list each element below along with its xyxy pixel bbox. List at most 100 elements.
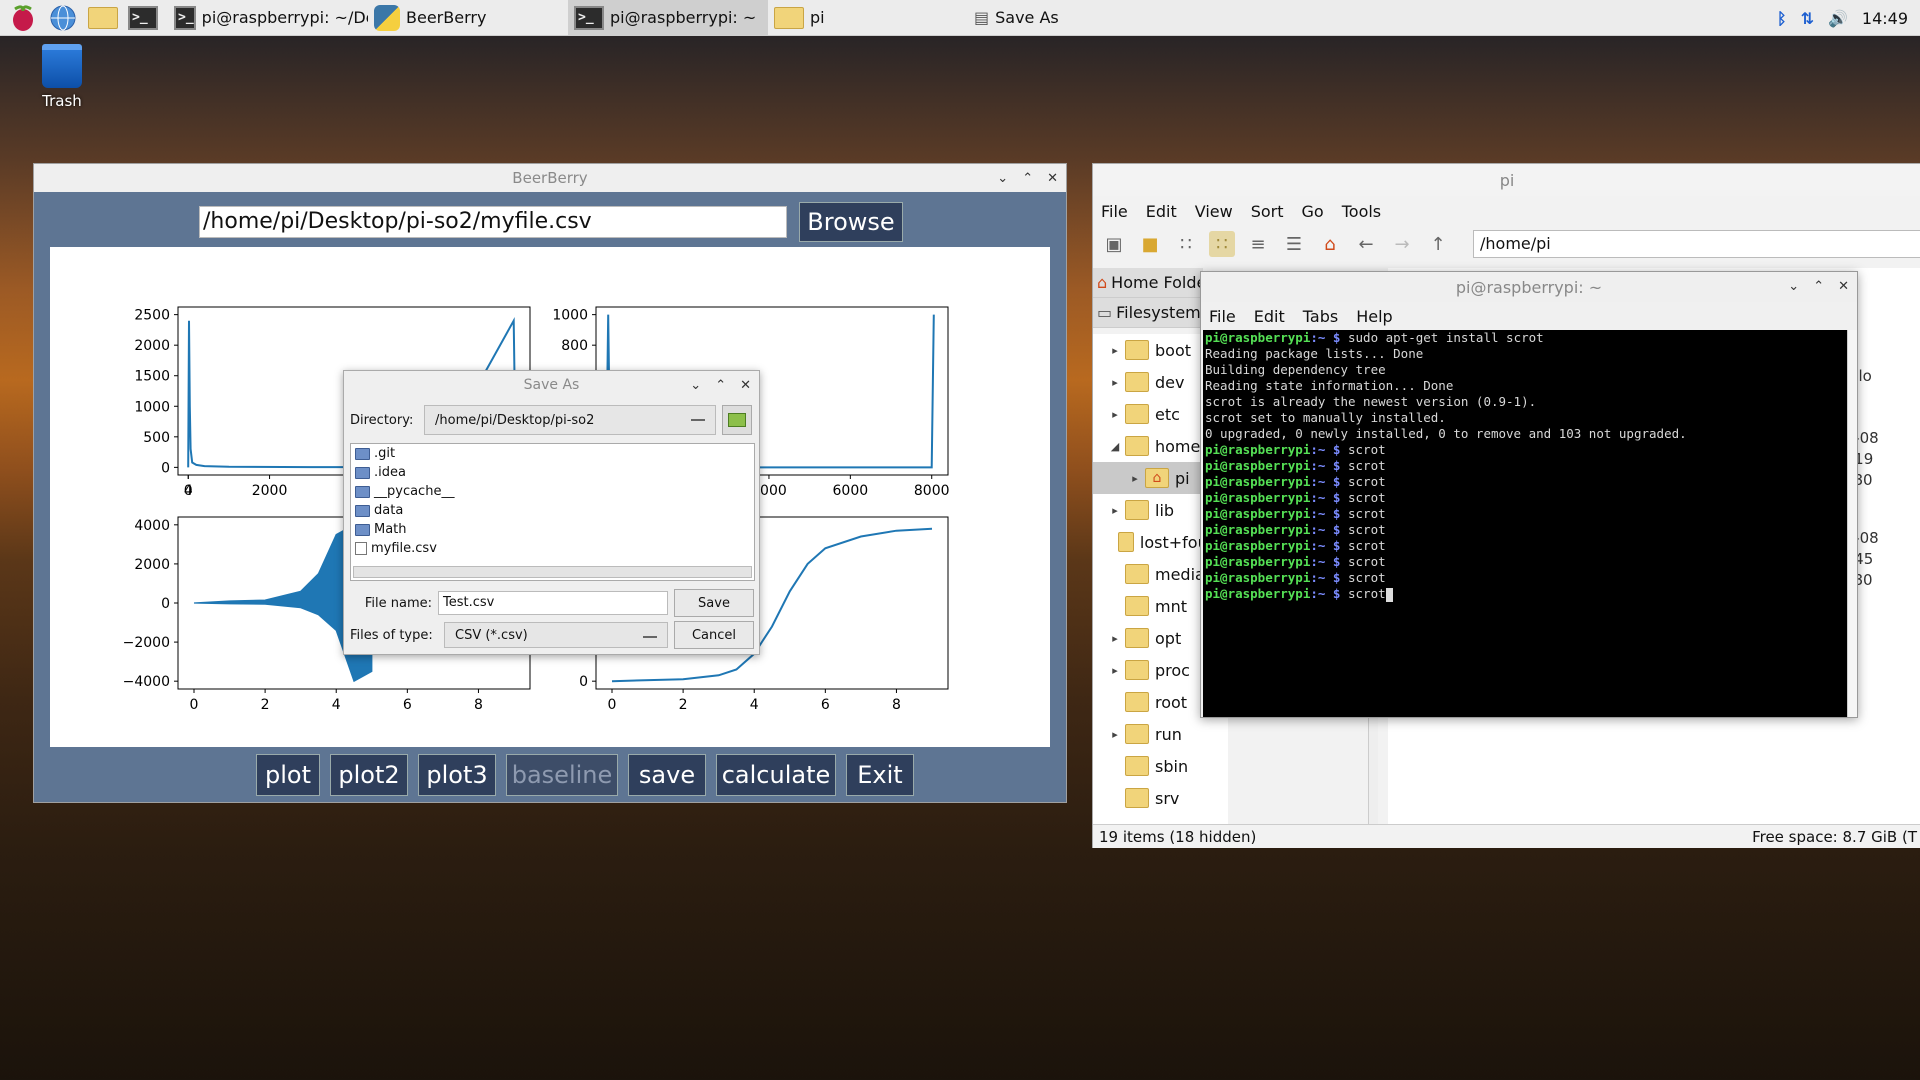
file-list-item[interactable]: myfile.csv [351,539,754,558]
file-list-item[interactable]: .git [351,444,754,463]
calculate-button[interactable]: calculate [716,754,836,796]
plot2-button[interactable]: plot2 [330,754,408,796]
task-0[interactable]: >_ pi@raspberrypi: ~/De... [168,0,368,36]
tree-item-run[interactable]: ▸ run [1093,718,1228,750]
save-button[interactable]: save [628,754,706,796]
expander-icon[interactable]: ▸ [1105,504,1125,517]
expander-icon[interactable]: ▸ [1125,472,1145,485]
plot3-button[interactable]: plot3 [418,754,496,796]
icon-view-icon[interactable]: ∷ [1173,231,1199,257]
x-tick-label: 2 [679,697,688,713]
file-name: .idea [374,465,406,480]
clock[interactable]: 14:49 [1862,9,1908,28]
minimize-icon[interactable]: ⌄ [1788,279,1799,294]
forward-icon[interactable]: → [1389,231,1415,257]
file-list[interactable]: .git .idea __pycache__ data Math myfile.csv [350,443,755,581]
new-folder-button[interactable] [722,405,752,435]
filename-input[interactable]: Test.csv [438,591,668,615]
maximize-icon[interactable]: ⌃ [715,378,726,393]
close-icon[interactable]: ✕ [1047,171,1058,186]
menu-file[interactable]: File [1101,202,1128,221]
menu-file[interactable]: File [1209,307,1236,326]
up-icon[interactable]: ↑ [1425,231,1451,257]
folder-icon [1125,660,1149,680]
file-list-item[interactable]: __pycache__ [351,482,754,501]
menu-tabs[interactable]: Tabs [1303,307,1338,326]
command: scrot [1348,522,1386,537]
menu-edit[interactable]: Edit [1254,307,1285,326]
folder-icon [355,447,370,460]
filetype-combo[interactable]: CSV (*.csv) [444,622,668,648]
tree-item-label: etc [1155,404,1180,424]
expander-icon[interactable]: ▸ [1105,408,1125,421]
expander-icon[interactable]: ◢ [1105,440,1125,453]
tree-item-sbin[interactable]: sbin [1093,750,1228,782]
task-2[interactable]: >_ pi@raspberrypi: ~ [568,0,768,36]
raspberry-menu-icon[interactable] [6,1,40,35]
file-icon [355,542,367,555]
new-folder-icon[interactable]: ■ [1137,231,1163,257]
file-path-input[interactable]: /home/pi/Desktop/pi-so2/myfile.csv [199,206,787,238]
address-bar[interactable]: /home/pi [1473,230,1920,258]
menu-view[interactable]: View [1195,202,1233,221]
beerberry-titlebar[interactable]: BeerBerry ⌄ ⌃ ✕ [34,164,1066,192]
menu-tools[interactable]: Tools [1342,202,1381,221]
side-header-1[interactable]: ▭ Filesystem [1093,298,1203,328]
terminal-titlebar[interactable]: pi@raspberrypi: ~ ⌄ ⌃ ✕ [1201,272,1857,302]
new-window-icon[interactable]: ▣ [1101,231,1127,257]
folder-icon [355,466,370,479]
menu-edit[interactable]: Edit [1146,202,1177,221]
prompt-path: :~ $ [1310,522,1348,537]
x-tick-label: 6 [403,697,412,713]
task-4[interactable]: ▤ Save As [968,0,1168,36]
menu-sort[interactable]: Sort [1251,202,1284,221]
plot-button[interactable]: plot [256,754,320,796]
tree-item-srv[interactable]: srv [1093,782,1228,814]
save-dialog-button[interactable]: Save [674,589,754,617]
cancel-button[interactable]: Cancel [674,621,754,649]
maximize-icon[interactable]: ⌃ [1813,279,1824,294]
directory-value: /home/pi/Desktop/pi-so2 [435,412,595,428]
thumbnail-view-icon[interactable]: ∷ [1209,231,1235,257]
baseline-button[interactable]: baseline [506,754,618,796]
task-1[interactable]: BeerBerry [368,0,568,36]
network-icon[interactable]: ⇅ [1801,9,1814,28]
expander-icon[interactable]: ▸ [1105,376,1125,389]
home-icon[interactable]: ⌂ [1317,231,1343,257]
minimize-icon[interactable]: ⌄ [997,171,1008,186]
trash-desktop-icon[interactable]: Trash [30,44,94,110]
file-list-item[interactable]: Math [351,520,754,539]
expander-icon[interactable]: ▸ [1105,664,1125,677]
close-icon[interactable]: ✕ [1838,279,1849,294]
list-view-icon[interactable]: ☰ [1281,231,1307,257]
close-icon[interactable]: ✕ [740,378,751,393]
directory-combo[interactable]: /home/pi/Desktop/pi-so2 [424,405,716,435]
minimize-icon[interactable]: ⌄ [690,378,701,393]
file-list-item[interactable]: .idea [351,463,754,482]
menu-help[interactable]: Help [1356,307,1392,326]
file-list-item[interactable]: data [351,501,754,520]
terminal-launcher-icon[interactable]: >_ [126,1,160,35]
bluetooth-icon[interactable]: ᛒ [1777,9,1787,28]
volume-icon[interactable]: 🔊 [1828,9,1848,28]
maximize-icon[interactable]: ⌃ [1022,171,1033,186]
browser-icon[interactable] [46,1,80,35]
expander-icon[interactable]: ▸ [1105,632,1125,645]
expander-icon[interactable]: ▸ [1105,728,1125,741]
terminal-line: Reading state information... Done [1205,378,1845,394]
compact-view-icon[interactable]: ≡ [1245,231,1271,257]
task-3[interactable]: pi [768,0,968,36]
browse-button[interactable]: Browse [799,202,903,242]
save-as-titlebar[interactable]: Save As ⌄ ⌃ ✕ [344,371,759,399]
drive-icon: ▭ [1097,303,1113,322]
file-manager-titlebar[interactable]: pi [1093,164,1920,196]
side-header-0[interactable]: ⌂ Home Folder [1093,268,1203,298]
Exit-button[interactable]: Exit [846,754,914,796]
file-manager-icon[interactable] [86,1,120,35]
terminal-scrollbar[interactable] [1847,330,1857,717]
back-icon[interactable]: ← [1353,231,1379,257]
expander-icon[interactable]: ▸ [1105,344,1125,357]
terminal-output[interactable]: pi@raspberrypi:~ $ sudo apt-get install … [1203,330,1847,717]
horizontal-scrollbar[interactable] [353,566,752,578]
menu-go[interactable]: Go [1302,202,1324,221]
